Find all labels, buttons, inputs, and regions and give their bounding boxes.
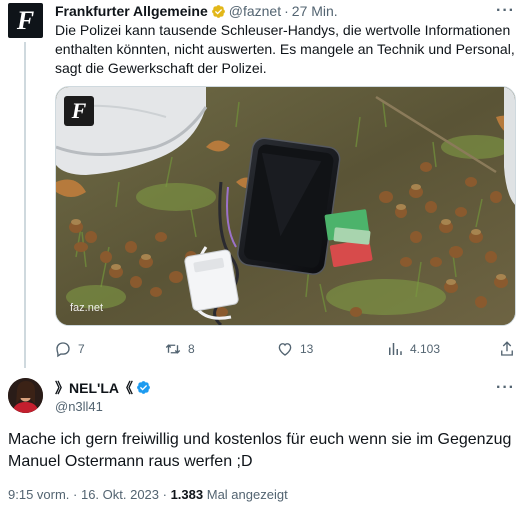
like-icon [278,343,292,356]
separator-dot: · [284,3,289,19]
tweet-time[interactable]: 27 Min. [292,3,338,19]
verified-blue-badge-icon [137,381,150,394]
more-options-icon[interactable]: ··· [496,379,515,397]
retweet-icon [165,344,181,354]
reply-count: 7 [78,342,85,356]
photo-illustration [56,87,515,325]
avatar[interactable] [8,378,43,413]
tweet-timestamp[interactable]: 9:15 vorm. · 16. Okt. 2023 · [8,487,171,502]
user-handle[interactable]: @n3ll41 [55,399,151,414]
views-icon [389,343,402,355]
share-button[interactable] [498,340,516,358]
tweet-media-image[interactable]: F faz.net [55,86,516,326]
author-avatar[interactable]: F [8,3,43,38]
thread-connector-line [24,42,26,368]
faz-logo-icon: F [64,96,94,126]
like-button[interactable]: 13 [276,340,313,358]
parent-tweet-header: Frankfurter Allgemeine @faznet · 27 Min. [55,2,338,20]
avatar-photo [8,378,43,413]
verified-gold-badge-icon [211,4,225,18]
avatar-logo-letter: F [16,5,35,35]
main-tweet-author: 》NELʹLA《 @n3ll41 [55,379,151,414]
parent-action-bar: 7 8 13 4.103 [52,338,518,360]
more-options-icon[interactable]: ··· [496,2,515,20]
main-tweet-text: Mache ich gern freiwillig und kostenlos … [8,431,512,470]
retweet-count: 8 [188,342,195,356]
reply-icon [56,342,70,358]
retweet-button[interactable]: 8 [164,340,195,358]
image-watermark: faz.net [70,302,104,314]
parent-tweet[interactable]: F Frankfurter Allgemeine @faznet · 27 Mi… [0,0,527,370]
author-handle[interactable]: @faznet [229,3,281,19]
reply-button[interactable]: 7 [54,340,85,358]
share-icon [501,341,513,356]
like-count: 13 [300,342,314,356]
parent-tweet-text: Die Polizei kann tausende Schleuser-Hand… [55,22,515,76]
views-label: Mal angezeigt [203,487,288,502]
author-name[interactable]: Frankfurter Allgemeine [55,3,208,19]
views-button[interactable]: 4.103 [386,340,440,358]
tweet-meta: 9:15 vorm. · 16. Okt. 2023 · 1.383 Mal a… [8,487,288,502]
view-count-total: 1.383 [170,487,204,502]
view-count: 4.103 [410,342,441,356]
display-name[interactable]: 》NELʹLA《 [55,378,133,398]
display-name-row[interactable]: 》NELʹLA《 [55,379,151,396]
